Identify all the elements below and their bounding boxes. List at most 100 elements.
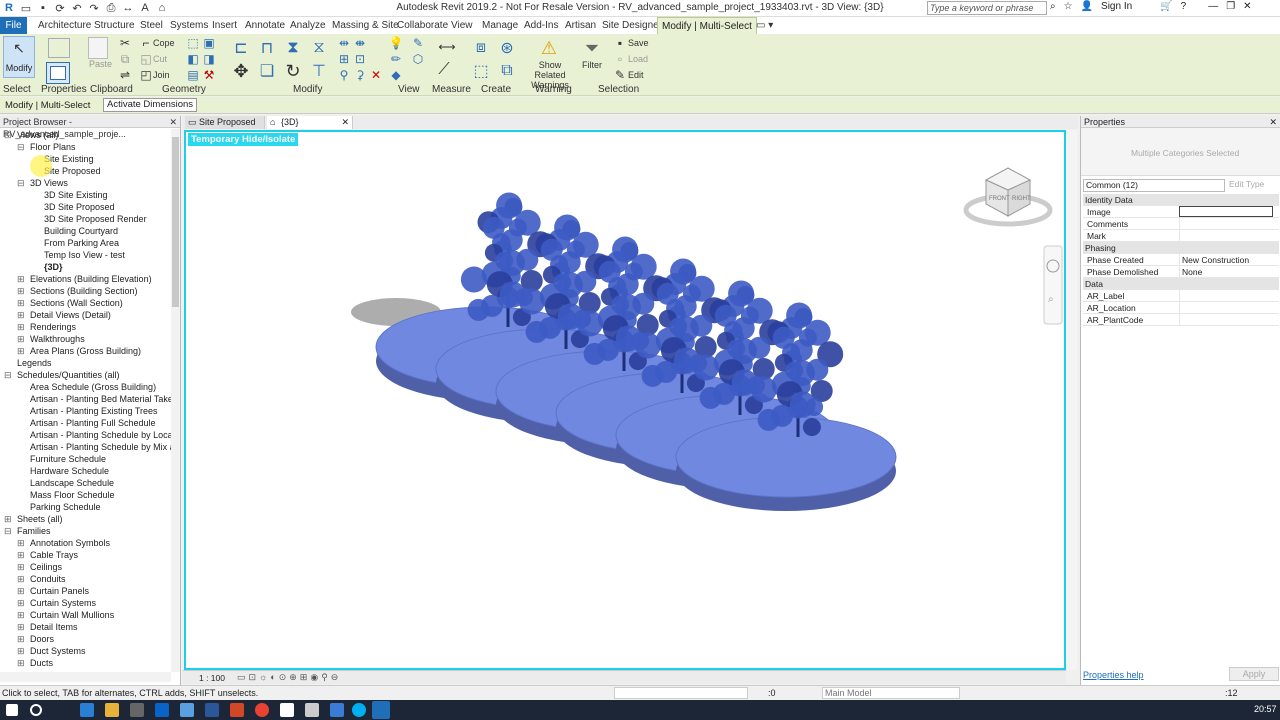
browser-item[interactable]: Curtain Wall Mullions <box>30 610 114 620</box>
view-tab-3d[interactable]: ⌂ {3D} ✕ <box>267 116 353 129</box>
print-icon[interactable]: ⎙ <box>104 1 118 15</box>
minimize-button[interactable]: — <box>1208 1 1218 12</box>
tree-foliage[interactable] <box>806 358 829 381</box>
edge-icon[interactable] <box>80 703 94 717</box>
create-similar-icon[interactable]: ⧉ <box>496 60 518 82</box>
tree-expander-icon[interactable]: ⊞ <box>17 586 25 597</box>
trim-extend-icon[interactable]: ⊤ <box>308 60 330 82</box>
tree-foliage[interactable] <box>616 273 639 296</box>
tree-expander-icon[interactable]: ⊞ <box>17 610 25 621</box>
copy-element-icon[interactable]: ❏ <box>256 60 278 82</box>
property-group-header[interactable]: Phasing <box>1083 242 1279 254</box>
save-selection-label[interactable]: Save <box>628 38 649 48</box>
browser-item[interactable]: Artisan - Planting Full Schedule <box>30 418 156 428</box>
workset-dropdown[interactable] <box>614 687 748 699</box>
search-input[interactable]: Type a keyword or phrase <box>927 1 1047 15</box>
warning-icon[interactable]: ⚠ <box>538 37 560 59</box>
mirror-draw-icon[interactable]: ⧖ <box>308 38 330 58</box>
browser-item[interactable]: 3D Site Proposed <box>44 202 115 212</box>
view-scale[interactable]: 1 : 100 <box>199 673 225 683</box>
tab-annotate[interactable]: Annotate <box>241 17 289 34</box>
browser-item[interactable]: Ducts <box>30 658 53 668</box>
tree-expander-icon[interactable]: ⊞ <box>17 634 25 645</box>
property-value[interactable] <box>1179 302 1273 313</box>
tree-foliage[interactable] <box>576 310 603 337</box>
browser-item[interactable]: Sheets (all) <box>17 514 63 524</box>
properties-help-link[interactable]: Properties help <box>1083 670 1144 680</box>
browser-item[interactable]: Sections (Wall Section) <box>30 298 123 308</box>
model-canvas[interactable]: FRONT RIGHT ⌕ <box>186 132 1064 668</box>
restore-button[interactable]: ❐ <box>1226 1 1235 12</box>
tab-massing-site[interactable]: Massing & Site <box>328 17 403 34</box>
browser-item[interactable]: {3D} <box>44 262 63 272</box>
ribbon-toggle-icon[interactable]: ▭ ▾ <box>752 17 777 34</box>
tab-modify-multi-select[interactable]: Modify | Multi-Select <box>657 17 757 34</box>
split-gap-icon[interactable]: ⇼ <box>352 36 368 50</box>
mirror-axis-icon[interactable]: ⧗ <box>282 38 304 58</box>
tree-planting-model[interactable] <box>351 192 897 512</box>
tree-foliage[interactable] <box>500 229 523 252</box>
tree-foliage[interactable] <box>460 266 487 293</box>
binoculars-icon[interactable]: ⌕ <box>1050 1 1056 12</box>
viewport-scrollbar[interactable] <box>1066 130 1077 670</box>
tree-foliage[interactable] <box>641 364 664 387</box>
aligned-dimension-icon[interactable]: ⟋ <box>432 60 456 80</box>
property-value[interactable] <box>1179 230 1273 241</box>
browser-item[interactable]: Furniture Schedule <box>30 454 106 464</box>
browser-item[interactable]: Duct Systems <box>30 646 86 656</box>
browser-item[interactable]: Walkthroughs <box>30 334 85 344</box>
tab-architecture[interactable]: Architecture <box>34 17 95 34</box>
property-row[interactable]: Mark <box>1083 230 1279 242</box>
default-3d-icon[interactable]: ⌂ <box>155 1 169 15</box>
browser-item[interactable]: Site Proposed <box>44 166 101 176</box>
sync-icon[interactable]: ⟳ <box>53 1 67 15</box>
property-row[interactable]: Comments <box>1083 218 1279 230</box>
tree-expander-icon[interactable]: ⊟ <box>17 142 25 153</box>
skype-icon[interactable] <box>352 703 366 717</box>
save-icon[interactable]: ▪ <box>36 1 50 15</box>
filter-label[interactable]: Filter <box>582 60 602 70</box>
tree-expander-icon[interactable]: ⊞ <box>17 298 25 309</box>
app-icon[interactable] <box>180 703 194 717</box>
category-filter-dropdown[interactable]: Common (12) <box>1083 179 1225 192</box>
create-assembly-icon[interactable]: ⧈ <box>470 38 492 58</box>
browser-item[interactable]: Schedules/Quantities (all) <box>17 370 120 380</box>
paste-icon[interactable] <box>88 37 108 59</box>
browser-item[interactable]: Doors <box>30 634 54 644</box>
browser-item[interactable]: Curtain Panels <box>30 586 89 596</box>
tree-foliage[interactable] <box>518 288 545 315</box>
modify-button[interactable]: ↖ Modify <box>3 36 35 78</box>
tree-foliage[interactable] <box>553 273 572 292</box>
word-icon[interactable] <box>205 703 219 717</box>
demolish-icon[interactable]: ◨ <box>201 52 217 66</box>
browser-item[interactable]: Building Courtyard <box>44 226 118 236</box>
browser-item[interactable]: Landscape Schedule <box>30 478 114 488</box>
property-value[interactable]: None <box>1179 266 1273 277</box>
tree-expander-icon[interactable]: ⊞ <box>17 622 25 633</box>
tree-foliage[interactable] <box>516 248 539 271</box>
tree-expander-icon[interactable]: ⊞ <box>4 514 12 525</box>
edit-selection-label[interactable]: Edit <box>628 70 644 80</box>
property-value[interactable] <box>1179 290 1273 301</box>
mail-icon[interactable] <box>305 703 319 717</box>
tree-foliage[interactable] <box>482 216 505 239</box>
properties-button[interactable] <box>46 62 70 84</box>
move-icon[interactable]: ✥ <box>230 60 252 82</box>
tab-add-ins[interactable]: Add-Ins <box>520 17 562 34</box>
property-value[interactable] <box>1179 218 1273 229</box>
tree-expander-icon[interactable]: ⊞ <box>17 598 25 609</box>
property-row[interactable]: AR_PlantCode <box>1083 314 1279 326</box>
property-row[interactable]: Phase Created New Construction <box>1083 254 1279 266</box>
split-face-icon[interactable]: ▣ <box>201 36 217 50</box>
browser-item[interactable]: Cable Trays <box>30 550 78 560</box>
tree-foliage[interactable] <box>495 251 514 270</box>
linework-icon[interactable]: ✏ <box>388 52 404 66</box>
copy-icon[interactable]: ⧉ <box>117 52 133 66</box>
rotate-icon[interactable]: ↻ <box>282 60 304 82</box>
star-icon[interactable]: ☆ <box>1064 1 1073 12</box>
tree-foliage[interactable] <box>598 260 621 283</box>
chrome-icon[interactable] <box>255 703 269 717</box>
tree-expander-icon[interactable]: ⊞ <box>17 562 25 573</box>
tree-foliage[interactable] <box>802 418 821 437</box>
tree-expander-icon[interactable]: ⊞ <box>17 286 25 297</box>
